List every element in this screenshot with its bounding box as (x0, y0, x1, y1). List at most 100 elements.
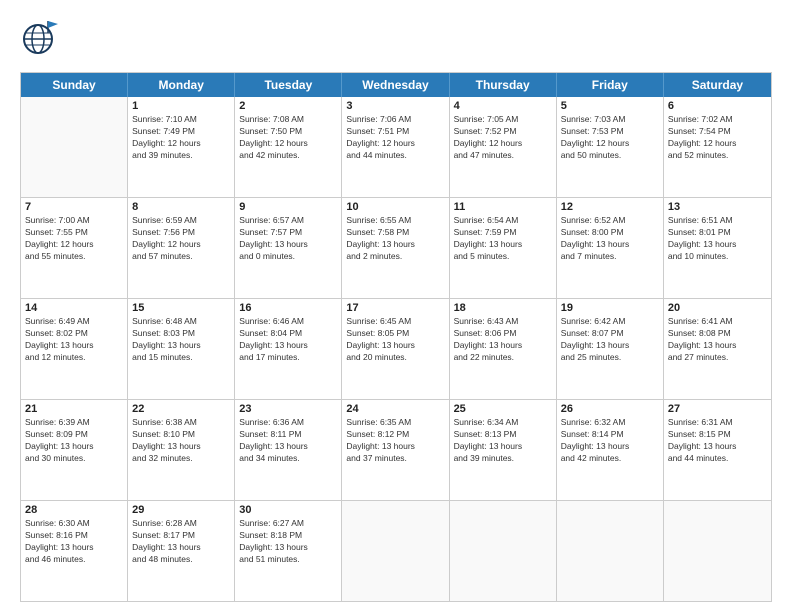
calendar-day-header: Thursday (450, 73, 557, 97)
day-content: Sunrise: 6:42 AMSunset: 8:07 PMDaylight:… (561, 316, 659, 364)
calendar-day-cell: 19 Sunrise: 6:42 AMSunset: 8:07 PMDayligh… (557, 299, 664, 399)
day-content-line: and 39 minutes. (132, 150, 192, 160)
day-content-line: Daylight: 12 hours (132, 138, 201, 148)
day-content-line: Sunrise: 6:42 AM (561, 316, 626, 326)
day-content: Sunrise: 7:00 AMSunset: 7:55 PMDaylight:… (25, 215, 123, 263)
day-content-line: Daylight: 13 hours (132, 441, 201, 451)
day-content-line: Sunset: 8:01 PM (668, 227, 731, 237)
calendar-day-cell: 26Sunrise: 6:32 AMSunset: 8:14 PMDayligh… (557, 400, 664, 500)
calendar-day-cell: 8Sunrise: 6:59 AMSunset: 7:56 PMDaylight… (128, 198, 235, 298)
day-content-line: and 15 minutes. (132, 352, 192, 362)
day-content-line: and 50 minutes. (561, 150, 621, 160)
calendar-day-cell: 28Sunrise: 6:30 AMSunset: 8:16 PMDayligh… (21, 501, 128, 601)
calendar-day-cell: 9 Sunrise: 6:57 AM Sunset: 7:57 PM Daylight… (235, 198, 342, 298)
day-content-line: Daylight: 12 hours (25, 239, 94, 249)
day-content-line: Sunset: 8:15 PM (668, 429, 731, 439)
day-content-line: Sunset: 7:57 PM (239, 227, 302, 237)
day-number: 16 (239, 302, 337, 314)
calendar-body: 1Sunrise: 7:10 AMSunset: 7:49 PMDaylight… (21, 97, 771, 601)
calendar-day-cell: 11Sunrise: 6:54 AMSunset: 7:59 PMDayligh… (450, 198, 557, 298)
day-content-line: Daylight: 13 hours (454, 239, 523, 249)
day-content-line: Daylight: 12 hours (239, 138, 308, 148)
day-content-line: Sunset: 7:49 PM (132, 126, 195, 136)
day-content-line: and 30 minutes. (25, 453, 85, 463)
calendar-day-cell: 24Sunrise: 6:35 AMSunset: 8:12 PMDayligh… (342, 400, 449, 500)
day-content: Sunrise: 6:45 AMSunset: 8:05 PMDaylight:… (346, 316, 444, 364)
day-content-line: and 2 minutes. (346, 251, 402, 261)
day-content-line: and 46 minutes. (25, 554, 85, 564)
day-content-line: Daylight: 13 hours (239, 239, 308, 249)
day-content-line: Daylight: 13 hours (561, 239, 630, 249)
day-content-line: Daylight: 13 hours (132, 542, 201, 552)
calendar-day-header: Monday (128, 73, 235, 97)
day-content-line: Daylight: 13 hours (25, 441, 94, 451)
day-number: 23 (239, 403, 337, 415)
calendar-day-cell: 10Sunrise: 6:55 AMSunset: 7:58 PMDayligh… (342, 198, 449, 298)
calendar-header: SundayMondayTuesdayWednesdayThursdayFrid… (21, 73, 771, 97)
day-content-line: Sunset: 7:56 PM (132, 227, 195, 237)
day-number: 29 (132, 504, 230, 516)
day-content-line: and 17 minutes. (239, 352, 299, 362)
day-content-line: Sunrise: 6:43 AM (454, 316, 519, 326)
day-content-line: Sunset: 7:53 PM (561, 126, 624, 136)
logo-icon (20, 15, 62, 62)
calendar-day-cell: 1Sunrise: 7:10 AMSunset: 7:49 PMDaylight… (128, 97, 235, 197)
day-content-line: Sunrise: 6:32 AM (561, 417, 626, 427)
day-content-line: Sunrise: 6:41 AM (668, 316, 733, 326)
day-content: Sunrise: 6:36 AMSunset: 8:11 PMDaylight:… (239, 417, 337, 465)
day-content-line: Sunrise: 6:30 AM (25, 518, 90, 528)
day-content: Sunrise: 6:38 AMSunset: 8:10 PMDaylight:… (132, 417, 230, 465)
day-content-line: and 39 minutes. (454, 453, 514, 463)
day-content-line: and 44 minutes. (668, 453, 728, 463)
calendar-day-cell: 3 Sunrise: 7:06 AMSunset: 7:51 PMDaylight… (342, 97, 449, 197)
day-number: 28 (25, 504, 123, 516)
day-content-line: Sunrise: 6:34 AM (454, 417, 519, 427)
day-content-line: Sunrise: 6:57 AM (239, 215, 304, 225)
day-number: 19 (561, 302, 659, 314)
header (20, 15, 772, 62)
day-number: 9 (239, 201, 337, 213)
day-number: 3 (346, 100, 444, 112)
day-content-line: Sunrise: 7:02 AM (668, 114, 733, 124)
day-content: Sunrise: 6:41 AMSunset: 8:08 PMDaylight:… (668, 316, 767, 364)
day-content: Sunrise: 7:02 AMSunset: 7:54 PMDaylight:… (668, 114, 767, 162)
calendar-day-cell: 12Sunrise: 6:52 AMSunset: 8:00 PMDayligh… (557, 198, 664, 298)
day-content-line: Sunset: 8:06 PM (454, 328, 517, 338)
day-content-line: Daylight: 13 hours (239, 542, 308, 552)
day-content-line: and 37 minutes. (346, 453, 406, 463)
calendar-day-cell: 7Sunrise: 7:00 AMSunset: 7:55 PMDaylight… (21, 198, 128, 298)
day-content-line: Sunrise: 7:10 AM (132, 114, 197, 124)
day-content-line: Daylight: 13 hours (454, 441, 523, 451)
day-content-line: Daylight: 13 hours (561, 441, 630, 451)
day-content-line: and 42 minutes. (239, 150, 299, 160)
day-content-line: Sunset: 8:04 PM (239, 328, 302, 338)
day-content-line: and 51 minutes. (239, 554, 299, 564)
day-content-line: Daylight: 13 hours (239, 340, 308, 350)
day-content-line: Sunrise: 7:06 AM (346, 114, 411, 124)
day-content-line: Daylight: 13 hours (239, 441, 308, 451)
day-content-line: Sunset: 8:17 PM (132, 530, 195, 540)
day-content-line: Sunrise: 6:35 AM (346, 417, 411, 427)
day-number: 10 (346, 201, 444, 213)
day-content-line: Sunrise: 6:52 AM (561, 215, 626, 225)
day-content-line: Sunset: 8:16 PM (25, 530, 88, 540)
day-content: Sunrise: 6:52 AMSunset: 8:00 PMDaylight:… (561, 215, 659, 263)
day-content-line: Sunrise: 6:45 AM (346, 316, 411, 326)
day-content-line: Sunrise: 6:39 AM (25, 417, 90, 427)
day-number: 6 (668, 100, 767, 112)
calendar-day-header: Sunday (21, 73, 128, 97)
day-content-line: Sunset: 7:55 PM (25, 227, 88, 237)
day-content-line: Sunrise: 7:03 AM (561, 114, 626, 124)
calendar-day-cell: 20Sunrise: 6:41 AMSunset: 8:08 PMDayligh… (664, 299, 771, 399)
day-number: 17 (346, 302, 444, 314)
day-number: 8 (132, 201, 230, 213)
calendar-day-cell (664, 501, 771, 601)
day-content-line: Sunrise: 6:54 AM (454, 215, 519, 225)
calendar-day-header: Friday (557, 73, 664, 97)
day-content-line: and 0 minutes. (239, 251, 295, 261)
day-content: Sunrise: 7:06 AMSunset: 7:51 PMDaylight:… (346, 114, 444, 162)
day-content-line: Daylight: 12 hours (346, 138, 415, 148)
day-content-line: Sunrise: 6:48 AM (132, 316, 197, 326)
calendar-day-cell: 2Sunrise: 7:08 AMSunset: 7:50 PMDaylight… (235, 97, 342, 197)
day-content-line: and 52 minutes. (668, 150, 728, 160)
